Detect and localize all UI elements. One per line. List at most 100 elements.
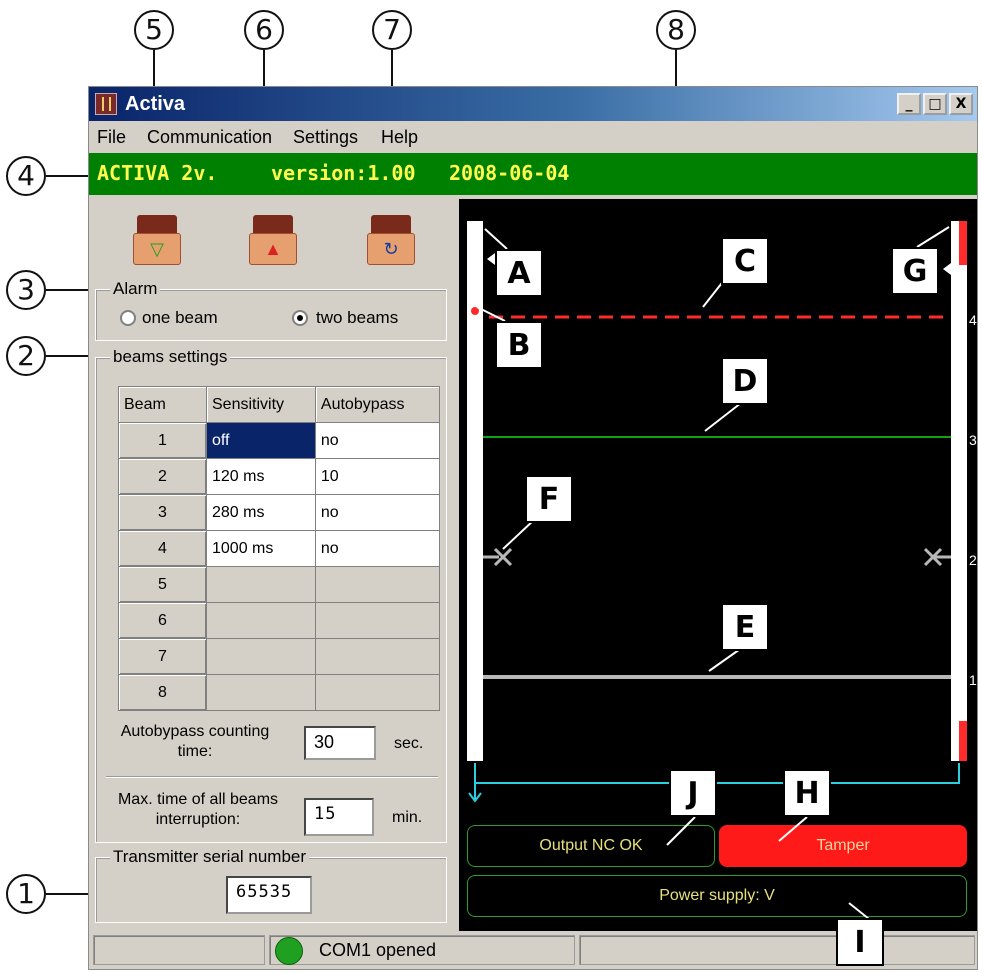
annotation-j: J: [669, 769, 717, 817]
beams-settings-group: beams settings Beam Sensitivity Autobypa…: [95, 347, 447, 843]
table-row: 6: [118, 602, 441, 639]
annotation-i: I: [836, 918, 884, 966]
transmitter-serial-input[interactable]: 65535: [226, 876, 312, 914]
table-row: 4 1000 ms no: [118, 530, 441, 567]
beam-number-cell[interactable]: 7: [118, 638, 207, 675]
autobypass-cell[interactable]: [314, 674, 441, 711]
toolbar: ▽ ▲ ↻: [93, 199, 451, 279]
title-bar[interactable]: Activa _ □ X: [89, 87, 977, 121]
autobypass-cell[interactable]: [314, 566, 441, 603]
tick-label-beam-2: 2: [969, 552, 977, 568]
transmitter-column: [951, 221, 967, 761]
download-settings-icon: [137, 215, 177, 235]
transmitter-group: Transmitter serial number 65535: [95, 847, 447, 923]
sensitivity-cell[interactable]: [206, 638, 316, 675]
device-version: version:1.00: [271, 161, 416, 185]
autobypass-cell[interactable]: no: [314, 422, 441, 459]
callout-6: 6: [244, 10, 284, 50]
table-row: 8: [118, 674, 441, 711]
receiver-column: [467, 221, 483, 761]
settings-separator: [106, 776, 438, 778]
beams-table: Beam Sensitivity Autobypass 1 off no 2 1…: [118, 386, 441, 711]
beam-number-cell[interactable]: 5: [118, 566, 207, 603]
tick-label-beam-3: 3: [969, 432, 977, 448]
minimize-button[interactable]: _: [897, 93, 921, 115]
sensitivity-cell[interactable]: [206, 602, 316, 639]
annotation-c: C: [721, 237, 769, 285]
cable-end-arrow-icon: [468, 783, 482, 803]
alarm-legend: Alarm: [110, 279, 161, 299]
radio-one-beam[interactable]: [120, 310, 136, 326]
callout-7: 7: [372, 10, 412, 50]
annotation-a: A: [495, 249, 543, 297]
transmitter-legend: Transmitter serial number: [110, 847, 310, 867]
alarm-group: Alarm one beam two beams: [95, 279, 447, 341]
annotation-h: H: [783, 769, 831, 817]
tick-label-beam-4: 4: [969, 312, 977, 328]
beam-number-cell[interactable]: 8: [118, 674, 207, 711]
radio-two-beams[interactable]: [292, 310, 308, 326]
beam-number-cell[interactable]: 6: [118, 602, 207, 639]
tamper-indicator-bottom: [959, 721, 967, 761]
app-window: Activa _ □ X File Communication Settings…: [88, 86, 978, 970]
column-header-beam[interactable]: Beam: [118, 386, 207, 423]
menu-communication[interactable]: Communication: [147, 127, 272, 148]
callout-5: 5: [134, 10, 174, 50]
menu-file[interactable]: File: [97, 127, 126, 148]
callout-8: 8: [656, 10, 696, 50]
radio-two-beams-label[interactable]: two beams: [316, 308, 398, 328]
column-header-sensitivity[interactable]: Sensitivity: [206, 386, 316, 423]
max-interruption-label: Max. time of all beams interruption:: [117, 791, 279, 828]
maximize-button[interactable]: □: [923, 93, 947, 115]
transmitter-sync-arrow-icon: [943, 263, 951, 275]
autobypass-time-label: Autobypass counting time:: [120, 723, 270, 760]
callout-2: 2: [6, 336, 46, 376]
callout-4: 4: [6, 156, 46, 196]
device-model: ACTIVA 2v.: [97, 161, 218, 185]
app-logo-icon: [95, 93, 117, 115]
device-info-bar: ACTIVA 2v. version:1.00 2008-06-04: [89, 153, 977, 195]
beam-number-cell[interactable]: 1: [118, 422, 207, 459]
annotation-leaders: [476, 226, 950, 672]
reset-settings-icon: [371, 215, 411, 235]
sensitivity-cell[interactable]: 1000 ms: [206, 530, 316, 567]
sensitivity-cell[interactable]: [206, 566, 316, 603]
autobypass-time-input[interactable]: 30: [304, 726, 376, 760]
autobypass-cell[interactable]: no: [314, 530, 441, 567]
beam-number-cell[interactable]: 4: [118, 530, 207, 567]
radio-one-beam-label[interactable]: one beam: [142, 308, 218, 328]
beam-number-cell[interactable]: 2: [118, 458, 207, 495]
window-title: Activa: [125, 93, 186, 115]
max-interruption-unit: min.: [392, 809, 423, 826]
tamper-indicator-top: [959, 221, 967, 265]
annotation-d: D: [721, 357, 769, 405]
menu-help[interactable]: Help: [381, 127, 418, 148]
sync-cable: [474, 763, 960, 784]
max-interruption-input[interactable]: 15: [304, 798, 374, 836]
sensitivity-cell[interactable]: [206, 674, 316, 711]
column-header-autobypass[interactable]: Autobypass: [314, 386, 441, 423]
menu-settings[interactable]: Settings: [293, 127, 358, 148]
output-status-indicator: Output NC OK: [467, 825, 715, 867]
autobypass-cell[interactable]: [314, 602, 441, 639]
table-row: 5: [118, 566, 441, 603]
table-row: 3 280 ms no: [118, 494, 441, 531]
autobypass-cell[interactable]: no: [314, 494, 441, 531]
close-button[interactable]: X: [949, 93, 973, 115]
sensitivity-cell[interactable]: 280 ms: [206, 494, 316, 531]
reset-settings-button[interactable]: ↻: [367, 215, 415, 265]
annotation-b: B: [495, 321, 543, 369]
callout-3: 3: [6, 270, 46, 310]
sensitivity-cell[interactable]: 120 ms: [206, 458, 316, 495]
table-row: 2 120 ms 10: [118, 458, 441, 495]
read-settings-button[interactable]: ▽: [133, 215, 181, 265]
table-row: 7: [118, 638, 441, 675]
autobypass-cell[interactable]: [314, 638, 441, 675]
tick-label-beam-1: 1: [969, 672, 977, 688]
beam-number-cell[interactable]: 3: [118, 494, 207, 531]
write-settings-button[interactable]: ▲: [249, 215, 297, 265]
receiver-sync-arrow-icon: [487, 253, 495, 265]
autobypass-cell[interactable]: 10: [314, 458, 441, 495]
annotation-f: F: [525, 475, 573, 523]
sensitivity-cell[interactable]: off: [206, 422, 316, 459]
